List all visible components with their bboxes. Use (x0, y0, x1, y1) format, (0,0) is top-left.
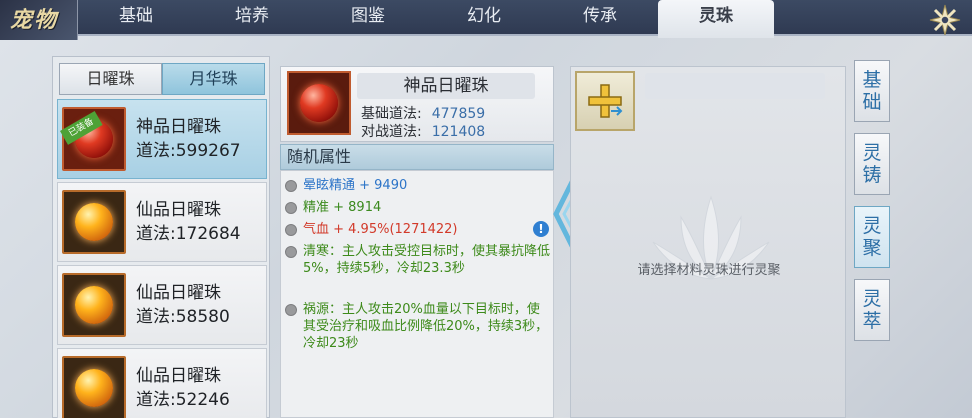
side-button-extract[interactable]: 灵 萃 (854, 279, 890, 341)
side-button-char: 灵 (862, 215, 882, 237)
attr-text: 晕眩精通 + 9490 (303, 178, 408, 193)
top-nav-bar: 宠物 基础 培养 图鉴 幻化 传承 灵珠 (0, 0, 972, 40)
pearl-icon (62, 190, 126, 254)
orange-pearl-icon (75, 203, 113, 241)
base-dao-label: 基础道法: (361, 106, 422, 122)
add-material-slot[interactable] (575, 71, 635, 131)
close-icon (929, 4, 961, 36)
pearl-icon (62, 273, 126, 337)
attr-dot-icon (285, 246, 297, 258)
battle-dao-value: 121408 (431, 124, 486, 140)
lotus-icon (652, 195, 770, 280)
attr-row: 清寒：主人攻击受控目标时，使其暴抗降低5%，持续5秒，冷却23.3秒 (285, 243, 551, 277)
attr-row: 晕眩精通 + 9490 (285, 177, 407, 194)
pearl-info: 仙品日曜珠 道法:172684 (136, 198, 241, 246)
pearl-list: 已装备 神品日曜珠 道法:599267 仙品日曜珠 道法:172684 仙品日曜… (57, 99, 267, 418)
tab-codex[interactable]: 图鉴 (310, 0, 426, 36)
tab-cultivate[interactable]: 培养 (194, 0, 310, 36)
orange-pearl-icon (75, 286, 113, 324)
close-button[interactable] (924, 0, 966, 40)
pearl-item-4[interactable]: 仙品日曜珠 道法:52246 (57, 348, 267, 418)
pearl-dao: 道法:58580 (136, 307, 230, 327)
pearl-type-segment: 日曜珠 月华珠 (59, 63, 265, 95)
pearl-name: 仙品日曜珠 (136, 200, 221, 220)
attr-row: 精准 + 8914 (285, 199, 381, 216)
tab-spirit-pearl[interactable]: 灵珠 (658, 0, 774, 38)
pearl-title: 神品日曜珠 (357, 73, 535, 99)
pearl-dao: 道法:52246 (136, 390, 230, 410)
battle-dao-line: 对战道法: 121408 (361, 121, 485, 141)
plus-icon (588, 84, 623, 118)
attr-text: 祸源：主人攻击20%血量以下目标时，使其受治疗和吸血比例降低20%，持续3秒，冷… (303, 302, 549, 351)
battle-dao-label: 对战道法: (361, 124, 422, 140)
info-icon[interactable]: ! (533, 221, 549, 237)
random-attr-header: 随机属性 (280, 144, 554, 170)
pearl-info: 仙品日曜珠 道法:58580 (136, 281, 230, 329)
pearl-icon: 已装备 (60, 107, 126, 171)
attr-dot-icon (285, 202, 297, 214)
pearl-detail-header: 神品日曜珠 基础道法: 477859 对战道法: 121408 (280, 66, 554, 142)
segment-sun-pearl[interactable]: 日曜珠 (59, 63, 162, 95)
base-dao-value: 477859 (431, 106, 486, 122)
side-button-char: 础 (862, 91, 882, 113)
selected-pearl-icon (287, 71, 351, 135)
orange-pearl-icon (75, 369, 113, 407)
side-button-char: 铸 (862, 164, 882, 186)
side-button-forge[interactable]: 灵 铸 (854, 133, 890, 195)
side-button-char: 灵 (862, 142, 882, 164)
main-tabs: 基础 培养 图鉴 幻化 传承 灵珠 (78, 0, 774, 38)
pearl-info: 仙品日曜珠 道法:52246 (136, 364, 230, 412)
attr-dot-icon (285, 180, 297, 192)
attr-row: 祸源：主人攻击20%血量以下目标时，使其受治疗和吸血比例降低20%，持续3秒，冷… (285, 301, 551, 352)
segment-moon-pearl[interactable]: 月华珠 (162, 63, 265, 95)
fuse-panel: 请选择材料灵珠进行灵聚 (570, 66, 846, 418)
side-button-char: 灵 (862, 288, 882, 310)
pearl-name: 仙品日曜珠 (136, 366, 221, 386)
logo-text: 宠物 (10, 7, 59, 33)
attr-text: 清寒：主人攻击受控目标时，使其暴抗降低5%，持续5秒，冷却23.3秒 (303, 244, 551, 276)
pearl-name: 仙品日曜珠 (136, 283, 221, 303)
side-function-buttons: 基 础 灵 铸 灵 聚 灵 萃 (854, 60, 890, 352)
attr-dot-icon (285, 304, 297, 316)
material-name-box (645, 73, 825, 99)
pearl-dao: 道法:599267 (136, 141, 241, 161)
pearl-detail-panel: 神品日曜珠 基础道法: 477859 对战道法: 121408 随机属性 晕眩精通 … (280, 66, 554, 418)
side-button-basic[interactable]: 基 础 (854, 60, 890, 122)
red-pearl-icon (300, 84, 338, 122)
pearl-list-panel: 日曜珠 月华珠 已装备 神品日曜珠 道法:599267 仙品日曜珠 道法:172… (52, 56, 270, 418)
pearl-item-3[interactable]: 仙品日曜珠 道法:58580 (57, 265, 267, 345)
tab-transform[interactable]: 幻化 (426, 0, 542, 36)
tab-basic[interactable]: 基础 (78, 0, 194, 36)
attr-dot-icon (285, 224, 297, 236)
fuse-hint-text: 请选择材料灵珠进行灵聚 (637, 263, 781, 278)
tab-inherit[interactable]: 传承 (542, 0, 658, 36)
pearl-info: 神品日曜珠 道法:599267 (136, 115, 241, 163)
pearl-name: 神品日曜珠 (136, 117, 221, 137)
pearl-item-1[interactable]: 已装备 神品日曜珠 道法:599267 (57, 99, 267, 179)
side-button-char: 基 (862, 69, 882, 91)
random-attr-list: 晕眩精通 + 9490 精准 + 8914 气血 + 4.95%(1271422… (280, 170, 554, 418)
pearl-icon (62, 356, 126, 418)
attr-text: 精准 + 8914 (303, 200, 382, 215)
side-button-fuse[interactable]: 灵 聚 (854, 206, 890, 268)
side-button-char: 萃 (862, 310, 882, 332)
side-button-char: 聚 (862, 237, 882, 259)
base-dao-line: 基础道法: 477859 (361, 103, 485, 123)
attr-row: 气血 + 4.95%(1271422) (285, 221, 458, 238)
pearl-dao: 道法:172684 (136, 224, 241, 244)
pet-logo: 宠物 (0, 0, 78, 40)
pearl-item-2[interactable]: 仙品日曜珠 道法:172684 (57, 182, 267, 262)
attr-text: 气血 + 4.95%(1271422) (303, 222, 458, 237)
